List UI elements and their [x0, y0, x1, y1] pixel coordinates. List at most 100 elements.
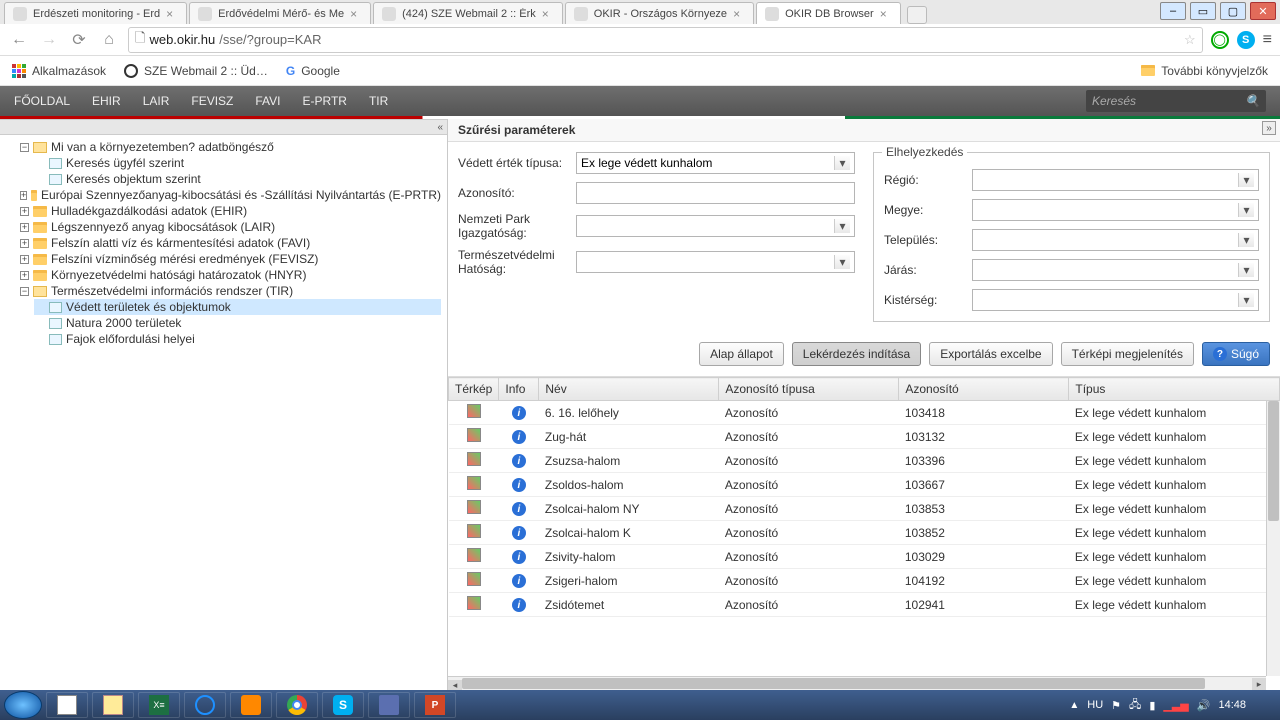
tab-close-icon[interactable]: × — [880, 8, 892, 20]
tree-folder[interactable]: +Légszennyező anyag kibocsátások (LAIR) — [20, 219, 441, 235]
combo-value-type[interactable]: Ex lege védett kunhalom▾ — [576, 152, 855, 174]
tab-close-icon[interactable]: × — [166, 8, 178, 20]
apps-bookmark[interactable]: Alkalmazások — [12, 64, 106, 78]
taskbar-item[interactable] — [46, 692, 88, 718]
tray-icon[interactable]: ⚑ — [1111, 699, 1121, 712]
reload-button[interactable]: ⟳ — [68, 29, 90, 51]
table-row[interactable]: iZsivity-halomAzonosító103029Ex lege véd… — [449, 545, 1280, 569]
browser-tab[interactable]: OKIR - Országos Környeze× — [565, 2, 754, 24]
tab-close-icon[interactable]: × — [733, 8, 745, 20]
table-row[interactable]: i6. 16. lelőhelyAzonosító103418Ex lege v… — [449, 401, 1280, 425]
combo-region[interactable]: ▾ — [972, 169, 1259, 191]
table-row[interactable]: iZsolcai-halom NYAzonosító103853Ex lege … — [449, 497, 1280, 521]
forward-button[interactable]: → — [38, 29, 60, 51]
tab-close-icon[interactable]: × — [542, 8, 554, 20]
close-window-button[interactable]: ✕ — [1250, 2, 1276, 20]
tree-root[interactable]: −Mi van a környezetemben? adatböngésző — [20, 139, 441, 155]
bookmark-star-icon[interactable]: ☆ — [1184, 32, 1196, 48]
skype-extension-icon[interactable]: S — [1237, 31, 1255, 49]
tree-leaf[interactable]: Keresés objektum szerint — [34, 171, 441, 187]
taskbar-item-excel[interactable]: X≡ — [138, 692, 180, 718]
map-icon[interactable] — [467, 596, 481, 610]
table-row[interactable]: iZsidótemetAzonosító102941Ex lege védett… — [449, 593, 1280, 617]
help-button[interactable]: ?Súgó — [1202, 342, 1270, 366]
menu-item[interactable]: FEVISZ — [191, 94, 233, 108]
info-icon[interactable]: i — [512, 406, 526, 420]
tree-folder[interactable]: +Környezetvédelmi hatósági határozatok (… — [20, 267, 441, 283]
battery-icon[interactable]: ▮ — [1149, 699, 1155, 712]
tree-folder[interactable]: +Európai Szennyezőanyag-kibocsátási és -… — [20, 187, 441, 203]
combo-npark[interactable]: ▾ — [576, 215, 855, 237]
tree-folder-open[interactable]: −Természetvédelmi információs rendszer (… — [20, 283, 441, 299]
taskbar-item[interactable] — [92, 692, 134, 718]
app-search-input[interactable]: Keresés🔍 — [1086, 90, 1266, 112]
network-icon[interactable]: 🖧 — [1129, 696, 1141, 715]
column-header[interactable]: Térkép — [449, 378, 499, 401]
map-icon[interactable] — [467, 572, 481, 586]
info-icon[interactable]: i — [512, 550, 526, 564]
column-header[interactable]: Azonosító — [899, 378, 1069, 401]
taskbar-item[interactable] — [368, 692, 410, 718]
volume-icon[interactable]: 🔊 — [1197, 699, 1211, 712]
back-button[interactable]: ← — [8, 29, 30, 51]
start-button[interactable] — [4, 691, 42, 719]
table-row[interactable]: iZsigeri-halomAzonosító104192Ex lege véd… — [449, 569, 1280, 593]
menu-item[interactable]: FŐOLDAL — [14, 94, 70, 108]
browser-tab[interactable]: Erdővédelmi Mérő- és Me× — [189, 2, 371, 24]
info-icon[interactable]: i — [512, 478, 526, 492]
map-icon[interactable] — [467, 500, 481, 514]
taskbar-item-powerpoint[interactable]: P — [414, 692, 456, 718]
info-icon[interactable]: i — [512, 502, 526, 516]
collapse-right-button[interactable]: » — [1262, 121, 1276, 135]
map-icon[interactable] — [467, 524, 481, 538]
map-icon[interactable] — [467, 452, 481, 466]
map-icon[interactable] — [467, 476, 481, 490]
clock[interactable]: 14:48 — [1218, 699, 1246, 711]
bookmark-google[interactable]: G Google — [286, 64, 340, 78]
info-icon[interactable]: i — [512, 454, 526, 468]
combo-authority[interactable]: ▾ — [576, 251, 855, 273]
input-identifier[interactable] — [576, 182, 855, 204]
tree-folder[interactable]: +Hulladékgazdálkodási adatok (EHIR) — [20, 203, 441, 219]
table-row[interactable]: iZsolcai-halom KAzonosító103852Ex lege v… — [449, 521, 1280, 545]
run-query-button[interactable]: Lekérdezés indítása — [792, 342, 921, 366]
taskbar-item-ie[interactable] — [184, 692, 226, 718]
horizontal-scrollbar[interactable]: ◂▸ — [448, 676, 1266, 690]
map-icon[interactable] — [467, 428, 481, 442]
vertical-scrollbar[interactable] — [1266, 401, 1280, 676]
tab-close-icon[interactable]: × — [350, 8, 362, 20]
taskbar-item-skype[interactable]: S — [322, 692, 364, 718]
export-excel-button[interactable]: Exportálás excelbe — [929, 342, 1052, 366]
column-header[interactable]: Azonosító típusa — [719, 378, 899, 401]
tree-leaf-selected[interactable]: Védett területek és objektumok — [34, 299, 441, 315]
column-header[interactable]: Info — [499, 378, 539, 401]
address-bar[interactable]: 🗋 web.okir.hu/sse/?group=KAR ☆ — [128, 27, 1203, 53]
tree-folder[interactable]: +Felszíni vízminőség mérési eredmények (… — [20, 251, 441, 267]
menu-item[interactable]: FAVI — [255, 94, 280, 108]
column-header[interactable]: Típus — [1069, 378, 1280, 401]
info-icon[interactable]: i — [512, 526, 526, 540]
combo-county[interactable]: ▾ — [972, 199, 1259, 221]
new-tab-button[interactable] — [907, 6, 927, 24]
map-view-button[interactable]: Térképi megjelenítés — [1061, 342, 1194, 366]
info-icon[interactable]: i — [512, 598, 526, 612]
combo-district[interactable]: ▾ — [972, 259, 1259, 281]
info-icon[interactable]: i — [512, 574, 526, 588]
browser-tab[interactable]: OKIR DB Browser× — [756, 2, 901, 24]
menu-item[interactable]: TIR — [369, 94, 388, 108]
menu-item[interactable]: E-PRTR — [303, 94, 347, 108]
system-tray[interactable]: ▲ HU ⚑ 🖧 ▮ ▁▃▅ 🔊 14:48 — [1069, 696, 1276, 715]
minimize-button[interactable]: – — [1160, 2, 1186, 20]
tree-leaf[interactable]: Fajok előfordulási helyei — [34, 331, 441, 347]
column-header[interactable]: Név — [539, 378, 719, 401]
home-button[interactable]: ⌂ — [98, 29, 120, 51]
info-icon[interactable]: i — [512, 430, 526, 444]
tree-folder[interactable]: +Felszín alatti víz és kármentesítési ad… — [20, 235, 441, 251]
combo-settlement[interactable]: ▾ — [972, 229, 1259, 251]
tree-leaf[interactable]: Keresés ügyfél szerint — [34, 155, 441, 171]
collapse-sidebar-button[interactable]: « — [0, 119, 447, 135]
taskbar-item-chrome[interactable] — [276, 692, 318, 718]
bookmark-sze[interactable]: SZE Webmail 2 :: Üd… — [124, 64, 268, 78]
browser-tab[interactable]: Erdészeti monitoring - Erd× — [4, 2, 187, 24]
table-row[interactable]: iZsuzsa-halomAzonosító103396Ex lege véde… — [449, 449, 1280, 473]
